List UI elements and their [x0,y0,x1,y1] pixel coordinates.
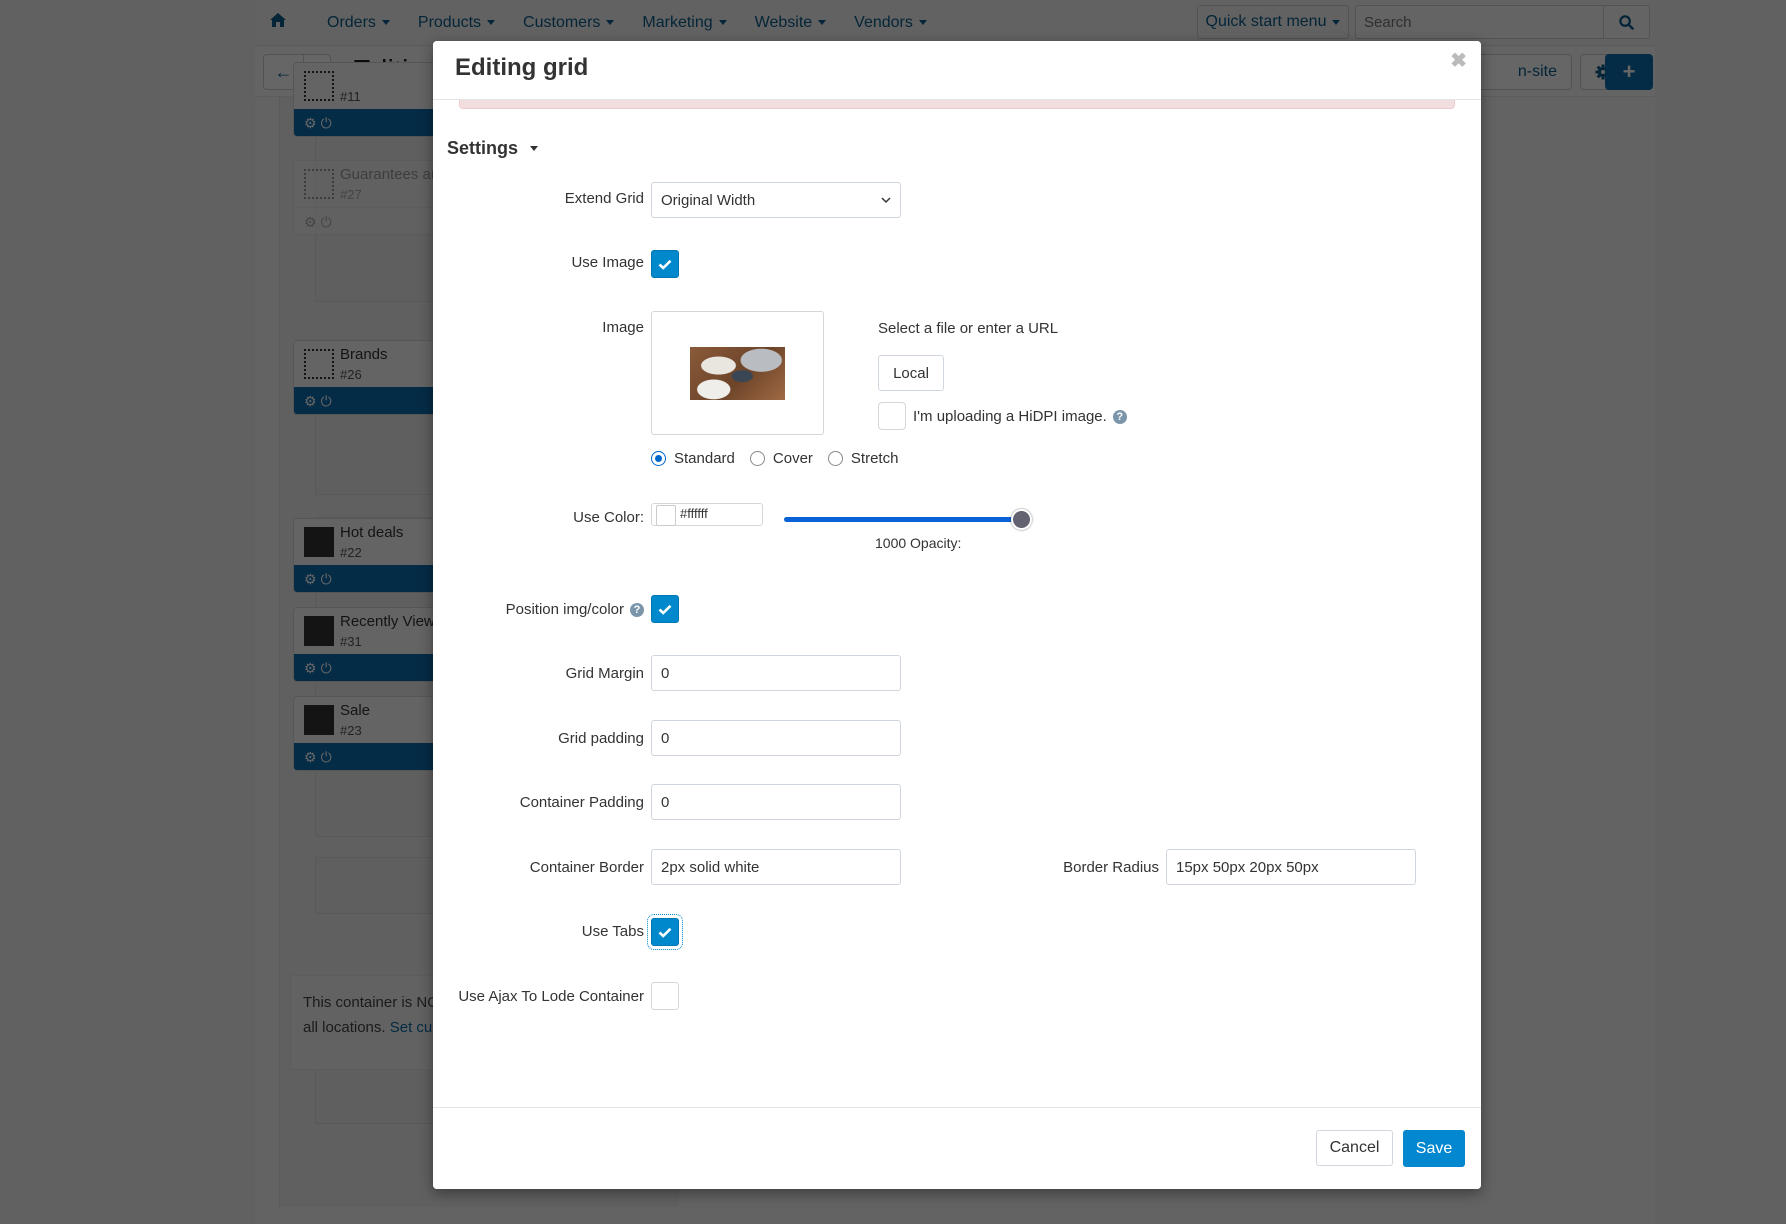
use-tabs-checkbox[interactable] [647,914,683,950]
use-color-label: Use Color: [573,509,644,526]
caret-down-icon [530,146,539,151]
cancel-button[interactable]: Cancel [1316,1130,1393,1166]
local-file-button[interactable]: Local [878,355,944,391]
container-border-input[interactable] [651,849,901,885]
color-input[interactable]: #ffffff [651,503,763,526]
use-image-label: Use Image [571,254,644,271]
use-ajax-checkbox[interactable] [651,982,679,1010]
position-label: Position img/color ? [506,601,644,618]
grid-margin-label: Grid Margin [565,665,644,682]
use-image-checkbox[interactable] [651,250,679,278]
radio-empty-icon [749,451,765,466]
error-alert [459,100,1455,109]
border-radius-input[interactable] [1166,849,1416,885]
modal-title: Editing grid [455,54,589,81]
use-tabs-label: Use Tabs [581,923,644,940]
image-mode-radio-group: Standard Cover Stretch [651,450,898,467]
image-label: Image [602,319,644,336]
grid-padding-label: Grid padding [558,730,644,747]
grid-margin-input[interactable] [651,655,901,691]
slider-handle[interactable] [1011,509,1032,530]
container-padding-input[interactable] [651,784,901,820]
opacity-label: 1000 Opacity: [875,535,962,551]
close-icon: ✖ [1450,50,1467,72]
select-file-text: Select a file or enter a URL [878,320,1059,337]
use-ajax-label: Use Ajax To Lode Container [458,988,644,1005]
grid-padding-input[interactable] [651,720,901,756]
image-thumbnail [690,347,785,400]
help-icon[interactable]: ? [1112,409,1127,424]
color-swatch[interactable] [656,505,676,526]
radio-standard[interactable]: Standard [651,450,735,467]
help-icon[interactable]: ? [630,602,644,617]
image-preview[interactable] [651,311,824,435]
modal-footer: Cancel Save [433,1107,1481,1189]
modal-header: Editing grid ✖ [433,41,1481,100]
settings-section-toggle[interactable]: Settings [447,138,539,159]
radio-stretch[interactable]: Stretch [827,450,898,467]
check-icon [658,259,672,270]
hidpi-checkbox[interactable] [878,402,906,430]
extend-grid-label: Extend Grid [564,190,644,207]
radio-empty-icon [827,451,843,466]
radio-selected-icon [651,451,666,466]
extend-grid-select[interactable]: Original Width [651,182,901,218]
check-icon [658,604,672,615]
close-button[interactable]: ✖ [1450,48,1467,73]
check-icon [658,927,672,938]
position-checkbox[interactable] [651,595,679,623]
editing-grid-modal: Editing grid ✖ Settings Extend Grid Orig… [433,41,1481,1189]
radio-cover[interactable]: Cover [749,450,813,467]
chevron-down-icon [881,196,891,203]
hidpi-label: I'm uploading a HiDPI image. ? [913,408,1127,425]
opacity-slider[interactable] [784,509,1032,530]
container-padding-label: Container Padding [519,794,644,811]
border-radius-label: Border Radius [1063,859,1159,876]
container-border-label: Container Border [529,859,644,876]
save-button[interactable]: Save [1403,1130,1465,1167]
